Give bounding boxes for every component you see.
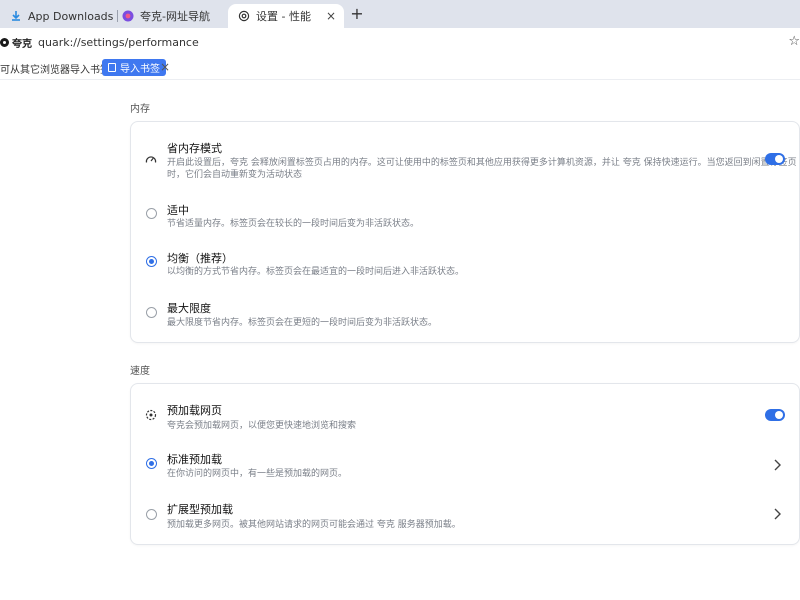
moderate-radio[interactable] <box>146 208 157 219</box>
preload-icon <box>145 409 157 421</box>
gear-icon <box>238 10 250 22</box>
speedometer-icon <box>145 154 157 166</box>
import-icon <box>108 63 116 72</box>
extended-preload-radio[interactable] <box>146 509 157 520</box>
maximum-title: 最大限度 <box>167 302 211 315</box>
preload-option-standard[interactable]: 标准预加载 在你访问的网页中，有一些是预加载的网页。 <box>131 442 800 490</box>
import-bookmarks-button[interactable]: 导入书签 <box>102 59 166 76</box>
preload-title: 预加载网页 <box>167 404 222 417</box>
speed-section-title: 速度 <box>130 366 150 377</box>
extended-preload-title: 扩展型预加载 <box>167 503 233 516</box>
balanced-title: 均衡（推荐） <box>167 252 233 265</box>
chevron-right-icon[interactable] <box>771 507 783 521</box>
address-bar: 夸克 quark://settings/performance ☆ <box>0 28 800 56</box>
preload-desc: 夸克会预加载网页，以便您更快速地浏览和搜索 <box>167 421 357 431</box>
balanced-desc: 以均衡的方式节省内存。标签页会在最适宜的一段时间后进入非活跃状态。 <box>167 267 465 277</box>
url-field[interactable]: quark://settings/performance <box>38 36 199 49</box>
tab-app-downloads[interactable]: App Downloads for Wi <box>0 4 116 28</box>
maximum-radio[interactable] <box>146 307 157 318</box>
memory-option-moderate[interactable]: 适中 节省适量内存。标签页会在较长的一段时间后变为非活跃状态。 <box>131 194 800 240</box>
standard-preload-radio[interactable] <box>146 458 157 469</box>
memory-saver-row: 省内存模式 开启此设置后，夸克 会释放闲置标签页占用的内存。这可让使用中的标签页… <box>131 122 800 192</box>
memory-option-balanced[interactable]: 均衡（推荐） 以均衡的方式节省内存。标签页会在最适宜的一段时间后进入非活跃状态。 <box>131 244 800 290</box>
maximum-desc: 最大限度节省内存。标签页会在更短的一段时间后变为非活跃状态。 <box>167 318 438 328</box>
tab-settings-performance[interactable]: 设置 - 性能 × <box>228 4 344 28</box>
tab-label: App Downloads for Wi <box>28 9 116 23</box>
speed-card: 预加载网页 夸克会预加载网页，以便您更快速地浏览和搜索 标准预加载 在你访问的网… <box>130 383 800 545</box>
bookmark-star-icon[interactable]: ☆ <box>788 34 800 49</box>
tab-quark-nav[interactable]: 夸克-网址导航 <box>118 4 232 28</box>
import-prompt-text: 可从其它浏览器导入书签 <box>0 65 110 76</box>
moderate-title: 适中 <box>167 204 189 217</box>
site-label: 夸克 <box>12 39 32 50</box>
bookmarks-bar: 可从其它浏览器导入书签 导入书签 × <box>0 56 800 80</box>
memory-saver-desc-line2: 时，它们会自动重新变为活动状态 <box>167 170 303 180</box>
memory-saver-title: 省内存模式 <box>167 142 222 155</box>
quark-nav-icon <box>122 10 134 22</box>
standard-preload-desc: 在你访问的网页中，有一些是预加载的网页。 <box>167 469 348 479</box>
extended-preload-desc: 预加载更多网页。被其他网站请求的网页可能会通过 夸克 服务器预加载。 <box>167 520 461 530</box>
quark-logo-icon <box>0 38 9 47</box>
close-import-bar-icon[interactable]: × <box>160 60 170 74</box>
preload-toggle[interactable] <box>765 409 785 421</box>
standard-preload-title: 标准预加载 <box>167 453 222 466</box>
moderate-desc: 节省适量内存。标签页会在较长的一段时间后变为非活跃状态。 <box>167 219 420 229</box>
tab-label: 夸克-网址导航 <box>140 10 210 23</box>
preload-row: 预加载网页 夸克会预加载网页，以便您更快速地浏览和搜索 <box>131 384 800 438</box>
balanced-radio[interactable] <box>146 256 157 267</box>
download-icon <box>10 10 22 22</box>
site-chip[interactable]: 夸克 <box>0 35 32 50</box>
tab-strip: App Downloads for Wi 夸克-网址导航 设置 - 性能 × + <box>0 0 800 28</box>
preload-option-extended[interactable]: 扩展型预加载 预加载更多网页。被其他网站请求的网页可能会通过 夸克 服务器预加载… <box>131 492 800 540</box>
memory-card: 省内存模式 开启此设置后，夸克 会释放闲置标签页占用的内存。这可让使用中的标签页… <box>130 121 800 343</box>
close-tab-icon[interactable]: × <box>326 9 336 23</box>
memory-saver-toggle[interactable] <box>765 153 785 165</box>
new-tab-button[interactable]: + <box>350 4 364 24</box>
tab-label: 设置 - 性能 <box>256 10 311 23</box>
memory-option-maximum[interactable]: 最大限度 最大限度节省内存。标签页会在更短的一段时间后变为非活跃状态。 <box>131 293 800 339</box>
chevron-right-icon[interactable] <box>771 458 783 472</box>
memory-section-title: 内存 <box>130 104 150 115</box>
import-bookmarks-label: 导入书签 <box>120 64 160 75</box>
